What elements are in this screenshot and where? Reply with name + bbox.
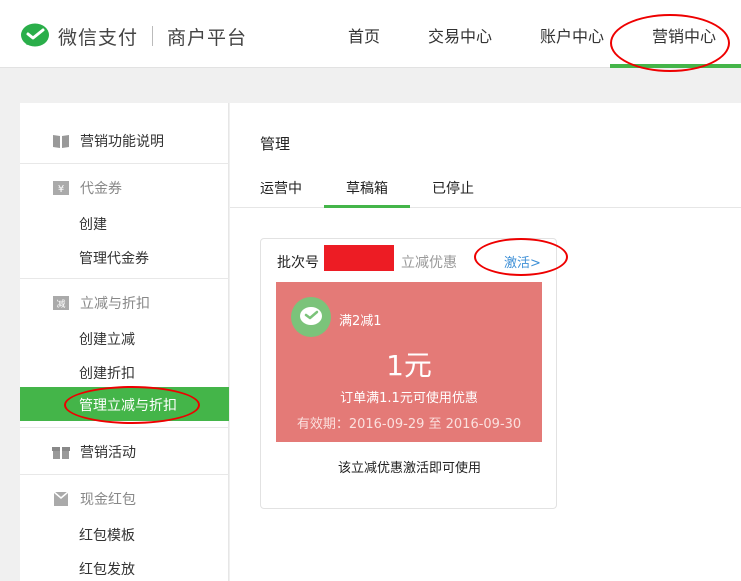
- red-packet-icon: [53, 491, 69, 506]
- coupon-validity: 有效期：2016-09-29 至 2016-09-30: [296, 417, 522, 432]
- brand-name: 微信支付: [58, 26, 139, 49]
- sidebar-group-label: 立减与折扣: [80, 296, 150, 312]
- sidebar-item-redpack-template[interactable]: 红包模板: [79, 525, 135, 545]
- batch-label: 批次号: [277, 255, 319, 271]
- tab-active-running[interactable]: 运营中: [260, 178, 302, 198]
- coupon-note: 该立减优惠激活即可使用: [337, 461, 481, 476]
- batch-type: 立减优惠: [401, 255, 457, 271]
- sidebar-item-manage-discount[interactable]: 管理立减与折扣: [20, 387, 229, 421]
- sidebar-group-label: 代金券: [80, 181, 122, 197]
- sidebar-item-label: 营销功能说明: [80, 134, 164, 150]
- sidebar-item-marketing-activity[interactable]: 营销活动: [52, 440, 136, 464]
- sidebar-group-voucher: ¥ 代金券: [52, 176, 122, 200]
- sidebar-group-label: 现金红包: [80, 492, 136, 508]
- wechat-pay-logo-icon: [21, 23, 49, 47]
- tab-active-indicator: [324, 205, 410, 208]
- sidebar-item-marketing-intro[interactable]: 营销功能说明: [52, 129, 164, 153]
- nav-home[interactable]: 首页: [348, 0, 380, 68]
- sidebar-divider: [20, 163, 229, 164]
- nav-marketing[interactable]: 营销中心: [652, 0, 716, 68]
- sidebar-divider: [20, 427, 229, 428]
- coupon-name: 满2减1: [339, 314, 382, 329]
- gift-icon: [52, 447, 70, 459]
- sidebar-item-redpack-send[interactable]: 红包发放: [79, 559, 135, 579]
- sidebar-divider: [20, 474, 229, 475]
- nav-transactions[interactable]: 交易中心: [428, 0, 492, 68]
- main-panel: 管理 运营中 草稿箱 已停止 批次号 立减优惠 激活> 满2减1 1元 订单满1…: [230, 103, 741, 581]
- yen-icon: ¥: [53, 181, 69, 195]
- brand-subtitle: 商户平台: [167, 26, 248, 49]
- sidebar-item-label: 营销活动: [80, 445, 136, 461]
- tab-stopped[interactable]: 已停止: [432, 178, 474, 198]
- coupon-amount: 1元: [386, 349, 432, 382]
- sidebar-item-manage-voucher[interactable]: 管理代金券: [79, 248, 149, 268]
- book-icon: [53, 135, 69, 148]
- coupon-card: 批次号 立减优惠 激活> 满2减1 1元 订单满1.1元可使用优惠 有效期：20…: [260, 238, 557, 509]
- wechat-icon: [291, 297, 331, 337]
- svg-text:减: 减: [56, 298, 65, 310]
- coupon-condition: 订单满1.1元可使用优惠: [340, 391, 478, 406]
- coupon-preview: 满2减1 1元 订单满1.1元可使用优惠 有效期：2016-09-29 至 20…: [276, 282, 542, 442]
- sidebar-item-create-discount[interactable]: 创建折扣: [79, 363, 135, 383]
- brand-divider: [152, 26, 154, 46]
- activate-link[interactable]: 激活>: [504, 252, 541, 271]
- sidebar: 营销功能说明 ¥ 代金券 创建 管理代金券 减 立减与折扣 创建立减 创建折扣 …: [20, 103, 229, 581]
- discount-icon: 减: [53, 296, 69, 310]
- nav-account[interactable]: 账户中心: [540, 0, 604, 68]
- sidebar-item-create-reduction[interactable]: 创建立减: [79, 329, 135, 349]
- top-header: 微信支付 商户平台 首页 交易中心 账户中心 营销中心: [0, 0, 741, 68]
- sidebar-item-create[interactable]: 创建: [79, 214, 107, 234]
- sidebar-item-label: 管理立减与折扣: [79, 398, 177, 414]
- tab-drafts[interactable]: 草稿箱: [346, 178, 388, 198]
- page-title: 管理: [260, 135, 291, 153]
- brand-logo[interactable]: 微信支付 商户平台: [20, 22, 247, 50]
- tab-bar: 运营中 草稿箱 已停止: [230, 173, 741, 208]
- svg-text:¥: ¥: [58, 184, 64, 195]
- batch-number-redacted: [324, 245, 394, 271]
- sidebar-group-discount: 减 立减与折扣: [52, 291, 150, 315]
- sidebar-group-redpack: 现金红包: [52, 487, 136, 511]
- nav-active-indicator: [610, 64, 741, 68]
- sidebar-divider: [20, 278, 229, 279]
